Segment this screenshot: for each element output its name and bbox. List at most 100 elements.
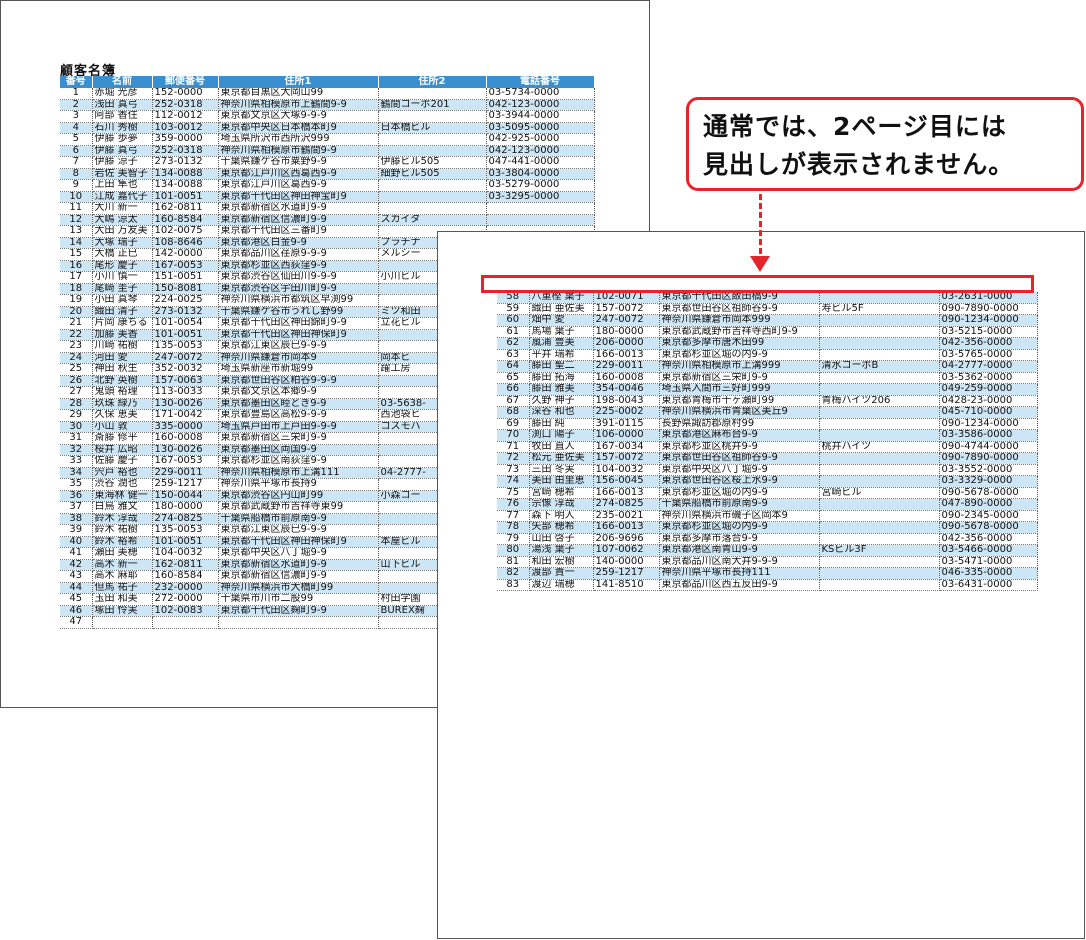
table-cell: 2: [60, 99, 93, 111]
table-cell: 047-441-0000: [486, 156, 595, 169]
table-cell: 大嶋 涼太: [92, 214, 153, 226]
table-row: 62 嵐浦 豊美 206-0000 東京都多摩市唐木田99 042-356-0000: [497, 337, 1038, 350]
table-cell: [819, 406, 940, 419]
table-cell: 東京都港区白金9-9: [218, 237, 379, 249]
table-cell: 青梅ハイツ206: [819, 395, 940, 407]
table-cell: [819, 521, 940, 534]
table-cell: 川崎 祐樹: [92, 340, 153, 353]
table-row: 1 赤堀 光彦 152-0000 東京都目黒区大岡山99 03-5734-0000: [60, 88, 595, 100]
table-cell: 東京都品川区西五反田9-9: [659, 579, 820, 591]
header-cell: 電話番号: [486, 76, 595, 88]
table-cell: 但馬 祐子: [92, 582, 153, 594]
missing-header-highlight: [481, 275, 1034, 293]
table-row: 7 伊藤 涼子 273-0132 千葉県鎌ケ谷市粟野9-9 伊藤ビル505 047-441…: [60, 156, 595, 169]
table-cell: 101-0051: [152, 191, 219, 203]
table-cell: 東京都港区南青山9-9: [659, 544, 820, 557]
table-cell: 03-5471-0000: [939, 556, 1038, 568]
table-cell: 272-0000: [152, 593, 219, 606]
table-cell: 206-0000: [593, 337, 660, 350]
table-cell: [378, 88, 487, 100]
table-cell: 小山 敦: [92, 421, 153, 433]
table-cell: 140-0000: [593, 556, 660, 568]
table-row: 72 松元 亜佐美 157-0072 東京都世田谷区祖師谷9-9 090-7890-00…: [497, 452, 1038, 465]
table-cell: 伊藤 歩夢: [92, 133, 153, 146]
table-cell: 畑中 愛: [529, 314, 594, 327]
table-cell: 千葉県鎌ケ谷市うれし野99: [218, 306, 379, 318]
table-cell: 千葉県鎌ケ谷市粟野9-9: [218, 156, 379, 169]
table-cell: 104-0032: [152, 547, 219, 560]
table-cell: 37: [60, 501, 93, 514]
table-row: 65 藤田 拓海 160-0008 東京都新宿区三栄町9-9 03-5362-0000: [497, 372, 1038, 384]
table-cell: 東京都墨田区睦どき9-9: [218, 398, 379, 410]
table-cell: [819, 533, 940, 545]
table-cell: [378, 179, 487, 192]
table-cell: 神奈川県鎌倉市岡本9: [218, 352, 379, 364]
table-row: 78 矢部 穂希 166-0013 東京都杉並区堀の内9-9 090-5678-0000: [497, 521, 1038, 534]
table-row: 8 岩佐 美智子 134-0088 東京都江戸川区西葛西9-9 細野ビル505 03-38…: [60, 168, 595, 180]
table-cell: 232-0000: [152, 582, 219, 594]
table-row: 11 大川 新一 162-0811 東京都新宿区水道町9-9: [60, 202, 595, 215]
table-cell: 60: [497, 314, 530, 327]
header-cell: 郵便番号: [152, 76, 219, 88]
table-cell: 東京都渋谷区仙田川9-9-9: [218, 271, 379, 284]
table-cell: 18: [60, 283, 93, 295]
table-cell: [486, 202, 595, 215]
table-cell: [819, 429, 940, 442]
table-cell: 塚田 怜実: [92, 605, 153, 617]
table-cell: 佐藤 慶子: [92, 455, 153, 468]
table-cell: 東京都港区麻布台9-9: [659, 429, 820, 442]
table-cell: 36: [60, 490, 93, 502]
table-cell: 354-0046: [593, 383, 660, 396]
table-cell: 東京都新宿区信濃町9-9: [218, 570, 379, 583]
table-cell: 141-8510: [593, 579, 660, 591]
table-row: 69 藤田 純 391-0115 長野県諏訪郡原村99 090-1234-0000: [497, 418, 1038, 430]
table-cell: 090-1234-0000: [939, 418, 1038, 430]
table-cell: 東京都杉並区西荻窪9-9: [218, 260, 379, 272]
table-cell: 石川 秀樹: [92, 122, 153, 134]
table-cell: 片岡 康ちる: [92, 317, 153, 330]
table-cell: 白鳥 雅文: [92, 501, 153, 514]
table-cell: 45: [60, 593, 93, 606]
table-cell: 15: [60, 248, 93, 261]
table-cell: 042-123-0000: [486, 145, 595, 157]
table-cell: 嵐浦 豊美: [529, 337, 594, 350]
table-cell: 206-9696: [593, 533, 660, 545]
callout-line-2: 見出しが表示されません。: [703, 150, 1015, 179]
table-cell: [819, 337, 940, 350]
table-cell: 9: [60, 179, 93, 192]
table-cell: 渡辺 瑞穂: [529, 579, 594, 591]
table-cell: [218, 616, 379, 629]
table-cell: 埼玉県新座市新堀99: [218, 363, 379, 376]
table-cell: 東京都渋谷区宇田川町9-9: [218, 283, 379, 295]
table-cell: [819, 498, 940, 511]
table-cell: 伊藤ビル505: [378, 156, 487, 169]
table-cell: [819, 418, 940, 430]
table-cell: 藤田 聖二: [529, 360, 594, 373]
table-cell: KSビル3F: [819, 544, 940, 557]
table-cell: 28: [60, 398, 93, 410]
table-cell: 042-356-0000: [939, 337, 1038, 350]
table-row: 66 藤田 雅美 354-0046 埼玉県入間市三好町999 049-259-0000: [497, 383, 1038, 396]
table-cell: 森下 明人: [529, 510, 594, 522]
table-cell: 東京都新宿区水道町9-9: [218, 559, 379, 571]
table-row: 6 伊藤 真弓 252-0318 神奈川県相模原市鶴間9-9 042-123-0000: [60, 145, 595, 157]
table-cell: [378, 133, 487, 146]
table-cell: 東京都新宿区三栄町9-9: [659, 372, 820, 384]
table-cell: 03-5734-0000: [486, 88, 595, 100]
table-cell: 東京都杉並区桃井9-9: [659, 441, 820, 453]
table-cell: 東京都中央区八丁堀9-9: [659, 464, 820, 476]
table-cell: 274-0825: [152, 513, 219, 525]
table-cell: 352-0032: [152, 363, 219, 376]
table-cell: 03-5095-0000: [486, 122, 595, 134]
arrow-down-icon: [750, 256, 770, 272]
table-cell: 神奈川県横浜市都筑区早渕99: [218, 294, 379, 307]
table-cell: 75: [497, 487, 530, 499]
table-cell: 69: [497, 418, 530, 430]
table-cell: 藤田 拓海: [529, 372, 594, 384]
table-cell: 岩佐 美智子: [92, 168, 153, 180]
header-cell: 名前: [92, 76, 153, 88]
table-cell: 神奈川県相模原市上溝999: [659, 360, 820, 373]
table-cell: [92, 616, 153, 629]
table-cell: 180-0000: [152, 501, 219, 514]
table-cell: 千葉県船橋市前原南9-9: [659, 498, 820, 511]
